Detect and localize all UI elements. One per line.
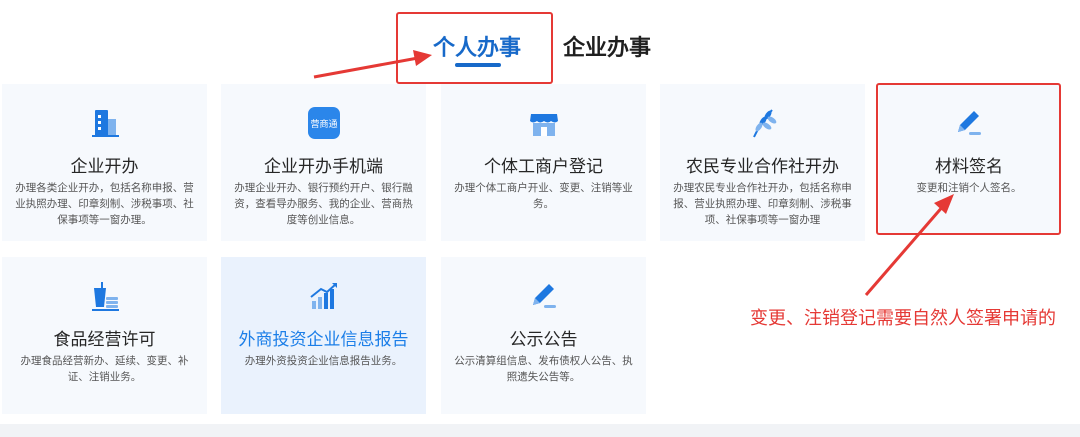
card-title: 企业开办	[70, 157, 139, 177]
growth-chart-icon	[307, 279, 341, 313]
card-title: 公示公告	[509, 330, 578, 350]
mobile-app-icon-text: 营商通	[310, 118, 337, 130]
card-title: 企业开办手机端	[264, 157, 383, 177]
service-card-enterprise-mobile[interactable]: 营商通 企业开办手机端 办理企业开办、银行预约开户、银行融资，查看导办服务、我的…	[221, 84, 426, 241]
card-description: 办理个体工商户开业、变更、注销等业务。	[454, 182, 633, 210]
card-description: 公示清算组信息、发布债权人公告、执照遗失公告等。	[454, 355, 633, 383]
card-description: 办理农民专业合作社开办，包括名称申报、营业执照办理、印章刻制、涉税事项、社保事项…	[673, 182, 852, 226]
card-title: 食品经营许可	[53, 330, 156, 350]
annotation-box-signature-card	[876, 83, 1061, 235]
shop-icon	[527, 106, 561, 140]
card-description: 办理食品经营新办、延续、变更、补证、注销业务。	[20, 355, 189, 383]
card-title: 个体工商户登记	[484, 157, 603, 177]
service-card-farmer-cooperative[interactable]: 农民专业合作社开办 办理农民专业合作社开办，包括名称申报、营业执照办理、印章刻制…	[660, 84, 865, 241]
footer-divider	[0, 424, 1080, 437]
service-card-enterprise-setup[interactable]: 企业开办 办理各类企业开办，包括名称申报、营业执照办理、印章刻制、涉税事项、社保…	[2, 84, 207, 241]
card-title: 农民专业合作社开办	[686, 157, 839, 177]
mobile-app-icon: 营商通	[307, 106, 341, 140]
card-description: 办理企业开办、银行预约开户、银行融资，查看导办服务、我的企业、营商热度等创业信息…	[234, 182, 413, 226]
annotation-note: 变更、注销登记需要自然人签署申请的	[750, 308, 1056, 329]
building-icon	[88, 106, 122, 140]
service-card-individual-business[interactable]: 个体工商户登记 办理个体工商户开业、变更、注销等业务。	[441, 84, 646, 241]
card-description: 办理外资投资企业信息报告业务。	[244, 355, 403, 367]
card-title: 外商投资企业信息报告	[238, 330, 409, 350]
card-description: 办理各类企业开办，包括名称申报、营业执照办理、印章刻制、涉税事项、社保事项等一窗…	[15, 182, 194, 226]
announce-pen-icon	[527, 279, 561, 313]
annotation-box-tab	[396, 12, 553, 84]
tab-enterprise-affairs[interactable]: 企业办事	[563, 30, 651, 62]
service-card-foreign-investment-report[interactable]: 外商投资企业信息报告 办理外资投资企业信息报告业务。	[221, 257, 426, 414]
service-card-public-notice[interactable]: 公示公告 公示清算组信息、发布债权人公告、执照遗失公告等。	[441, 257, 646, 414]
wheat-icon	[746, 106, 780, 140]
food-drink-icon	[88, 279, 122, 313]
service-card-food-license[interactable]: 食品经营许可 办理食品经营新办、延续、变更、补证、注销业务。	[2, 257, 207, 414]
